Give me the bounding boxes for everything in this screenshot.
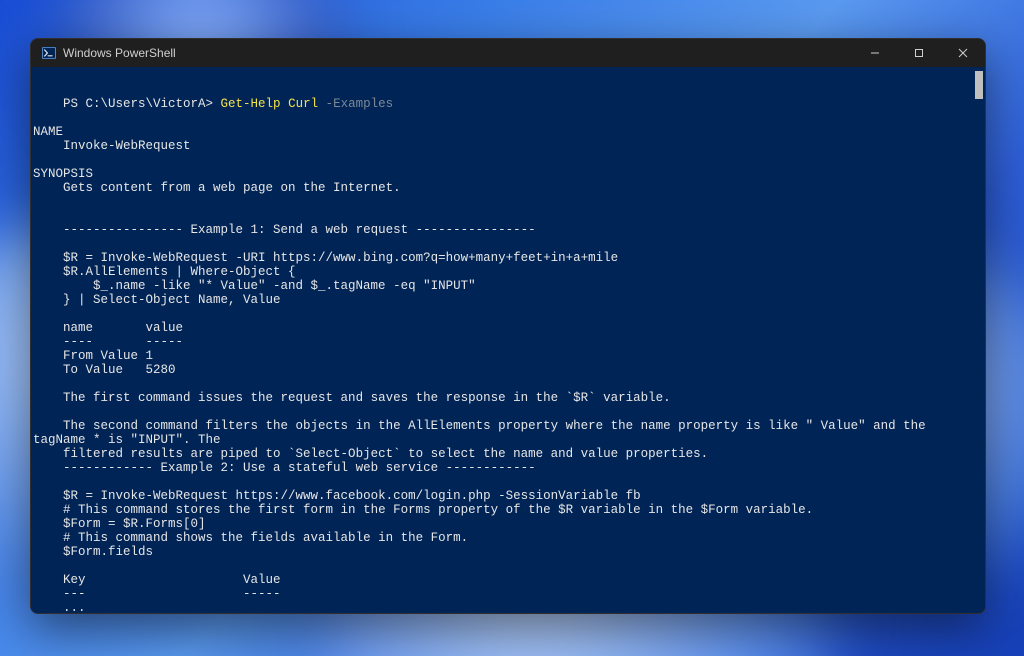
minimize-button[interactable] <box>853 39 897 67</box>
prompt-path: PS C:\Users\VictorA> <box>63 97 221 111</box>
scrollbar-thumb[interactable] <box>975 71 983 99</box>
terminal-viewport[interactable]: PS C:\Users\VictorA> Get-Help Curl -Exam… <box>31 67 985 613</box>
command-argument: Curl <box>288 97 326 111</box>
powershell-icon <box>41 45 57 61</box>
powershell-window: Windows PowerShell PS C:\Users\VictorA> … <box>30 38 986 614</box>
close-button[interactable] <box>941 39 985 67</box>
terminal-output: NAME Invoke-WebRequest SYNOPSIS Gets con… <box>33 125 933 613</box>
command-token: Get-Help <box>221 97 289 111</box>
titlebar[interactable]: Windows PowerShell <box>31 39 985 67</box>
prompt-line: PS C:\Users\VictorA> Get-Help Curl -Exam… <box>63 97 393 111</box>
maximize-button[interactable] <box>897 39 941 67</box>
command-parameter: -Examples <box>326 97 394 111</box>
window-title: Windows PowerShell <box>63 46 176 60</box>
